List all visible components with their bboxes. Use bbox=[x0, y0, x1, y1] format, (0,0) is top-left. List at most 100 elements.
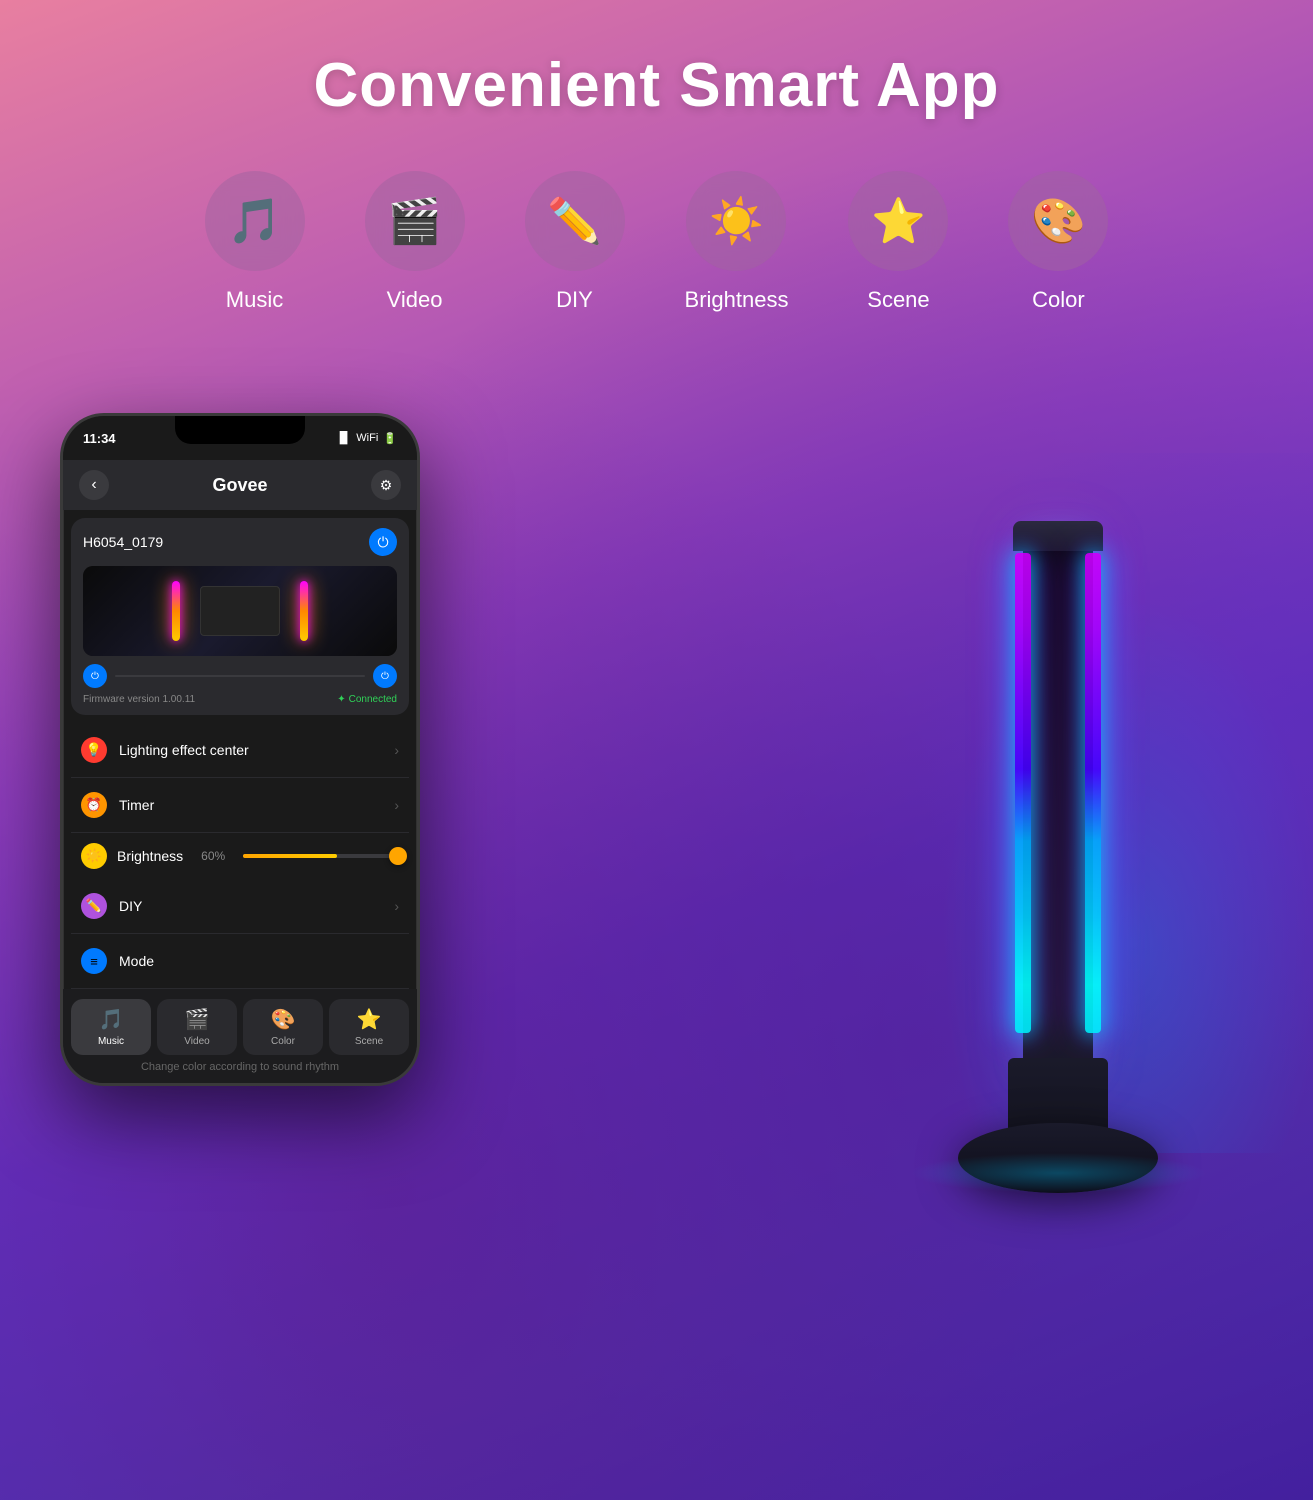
feature-color: 🎨 Color bbox=[1008, 171, 1108, 313]
page-header: Convenient Smart App bbox=[0, 0, 1313, 151]
device-controls: ⏻ ⏻ bbox=[83, 664, 397, 688]
scene-label: Scene bbox=[867, 287, 929, 313]
status-bar: 11:34 ▐▌ WiFi 🔋 bbox=[63, 416, 417, 460]
scene-icon: ⭐ bbox=[871, 195, 926, 247]
brightness-icon-circle: ☀️ bbox=[686, 171, 786, 271]
power-button[interactable]: ⏻ bbox=[369, 528, 397, 556]
menu-item-diy[interactable]: ✏️ DIY › bbox=[71, 879, 409, 934]
diy-icon: ✏️ bbox=[547, 195, 602, 247]
video-icon: 🎬 bbox=[387, 195, 442, 247]
tv-shape bbox=[200, 586, 280, 636]
bottom-tabs: 🎵 Music 🎬 Video 🎨 Color ⭐ bbox=[63, 989, 417, 1083]
features-row: 🎵 Music 🎬 Video ✏️ DIY ☀️ Brightness ⭐ bbox=[0, 151, 1313, 353]
mode-label: Mode bbox=[119, 953, 399, 969]
light-bar-right bbox=[300, 581, 308, 641]
tab-music[interactable]: 🎵 Music bbox=[71, 999, 151, 1055]
light-bar-left bbox=[172, 581, 180, 641]
tab-color-icon: 🎨 bbox=[271, 1007, 296, 1032]
progress-bar bbox=[115, 675, 365, 677]
diy-menu-label: DIY bbox=[119, 898, 394, 914]
firmware-text: Firmware version 1.00.11 bbox=[83, 694, 195, 705]
tab-scene[interactable]: ⭐ Scene bbox=[329, 999, 409, 1055]
chevron-icon: › bbox=[394, 742, 399, 758]
lamp-body bbox=[883, 413, 1233, 1193]
video-label: Video bbox=[387, 287, 443, 313]
tab-music-icon: 🎵 bbox=[99, 1007, 124, 1032]
device-preview bbox=[83, 566, 397, 656]
tab-scene-label: Scene bbox=[355, 1036, 383, 1047]
app-header: ‹ Govee ⚙ bbox=[63, 460, 417, 510]
mode-icon: ≡ bbox=[81, 948, 107, 974]
main-section: 11:34 ▐▌ WiFi 🔋 ‹ Govee ⚙ H6054_ bbox=[0, 353, 1313, 1253]
left-control-button[interactable]: ⏻ bbox=[83, 664, 107, 688]
tab-video[interactable]: 🎬 Video bbox=[157, 999, 237, 1055]
signal-icon: ▐▌ bbox=[336, 432, 352, 444]
tab-video-icon: 🎬 bbox=[185, 1007, 210, 1032]
brightness-value: 60% bbox=[201, 849, 225, 863]
tab-color-label: Color bbox=[271, 1036, 295, 1047]
brightness-icon: ☀️ bbox=[81, 843, 107, 869]
timer-label: Timer bbox=[119, 797, 394, 813]
phone-time: 11:34 bbox=[83, 431, 116, 446]
brightness-label: Brightness bbox=[685, 287, 789, 313]
device-card: H6054_0179 ⏻ ⏻ ⏻ bbox=[71, 518, 409, 715]
lamp-glow-left bbox=[1015, 553, 1031, 1033]
feature-brightness: ☀️ Brightness bbox=[685, 171, 789, 313]
menu-item-lighting[interactable]: 💡 Lighting effect center › bbox=[71, 723, 409, 778]
slider-fill bbox=[243, 854, 336, 858]
settings-button[interactable]: ⚙ bbox=[371, 470, 401, 500]
phone-notch bbox=[175, 416, 305, 444]
floor-glow bbox=[908, 1153, 1208, 1193]
tab-video-label: Video bbox=[184, 1036, 209, 1047]
firmware-row: Firmware version 1.00.11 ✦ Connected bbox=[83, 694, 397, 705]
device-header: H6054_0179 ⏻ bbox=[83, 528, 397, 556]
app-title: Govee bbox=[212, 475, 267, 496]
device-name: H6054_0179 bbox=[83, 534, 163, 550]
music-icon-circle: 🎵 bbox=[205, 171, 305, 271]
feature-video: 🎬 Video bbox=[365, 171, 465, 313]
diy-label: DIY bbox=[556, 287, 593, 313]
video-icon-circle: 🎬 bbox=[365, 171, 465, 271]
bluetooth-icon: ✦ bbox=[337, 694, 345, 705]
brightness-slider[interactable] bbox=[243, 854, 399, 858]
lighting-label: Lighting effect center bbox=[119, 742, 394, 758]
diy-icon-circle: ✏️ bbox=[525, 171, 625, 271]
timer-icon: ⏰ bbox=[81, 792, 107, 818]
feature-diy: ✏️ DIY bbox=[525, 171, 625, 313]
wifi-icon: WiFi bbox=[356, 432, 378, 444]
page-title: Convenient Smart App bbox=[0, 50, 1313, 121]
phone-container: 11:34 ▐▌ WiFi 🔋 ‹ Govee ⚙ H6054_ bbox=[60, 413, 440, 1086]
feature-music: 🎵 Music bbox=[205, 171, 305, 313]
phone-mockup: 11:34 ▐▌ WiFi 🔋 ‹ Govee ⚙ H6054_ bbox=[60, 413, 420, 1086]
menu-item-mode[interactable]: ≡ Mode bbox=[71, 934, 409, 989]
device-preview-inner bbox=[83, 566, 397, 656]
chevron-icon-3: › bbox=[394, 898, 399, 914]
feature-scene: ⭐ Scene bbox=[848, 171, 948, 313]
menu-item-timer[interactable]: ⏰ Timer › bbox=[71, 778, 409, 833]
lamp-container bbox=[883, 413, 1233, 1193]
diy-menu-icon: ✏️ bbox=[81, 893, 107, 919]
color-label: Color bbox=[1032, 287, 1085, 313]
chevron-icon-2: › bbox=[394, 797, 399, 813]
color-icon: 🎨 bbox=[1031, 195, 1086, 247]
bottom-caption: Change color according to sound rhythm bbox=[71, 1055, 409, 1077]
right-control-button[interactable]: ⏻ bbox=[373, 664, 397, 688]
music-icon: 🎵 bbox=[227, 195, 282, 247]
color-icon-circle: 🎨 bbox=[1008, 171, 1108, 271]
back-button[interactable]: ‹ bbox=[79, 470, 109, 500]
tabs-row: 🎵 Music 🎬 Video 🎨 Color ⭐ bbox=[71, 999, 409, 1055]
scene-icon-circle: ⭐ bbox=[848, 171, 948, 271]
slider-thumb[interactable] bbox=[389, 847, 407, 865]
brightness-feature-icon: ☀️ bbox=[709, 195, 764, 247]
lamp-tower bbox=[1023, 533, 1093, 1073]
lighting-icon: 💡 bbox=[81, 737, 107, 763]
lamp-glow-right bbox=[1085, 553, 1101, 1033]
connected-status: ✦ Connected bbox=[337, 694, 397, 705]
tab-scene-icon: ⭐ bbox=[357, 1007, 382, 1032]
tab-color[interactable]: 🎨 Color bbox=[243, 999, 323, 1055]
status-icons: ▐▌ WiFi 🔋 bbox=[336, 432, 397, 445]
music-label: Music bbox=[226, 287, 283, 313]
battery-icon: 🔋 bbox=[383, 432, 397, 445]
menu-list: 💡 Lighting effect center › ⏰ Timer › ☀️ … bbox=[63, 723, 417, 989]
brightness-row: ☀️ Brightness 60% bbox=[71, 833, 409, 879]
